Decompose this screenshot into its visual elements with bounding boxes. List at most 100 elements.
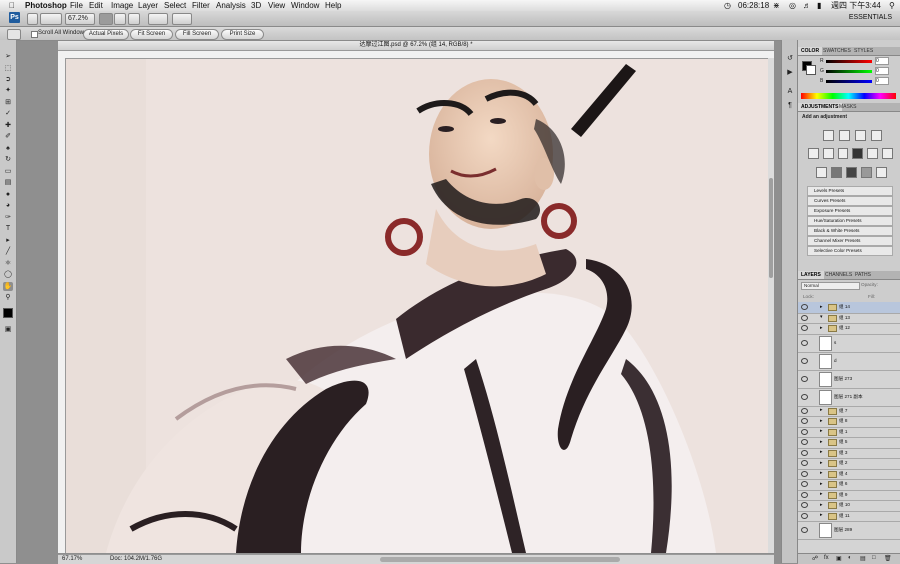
menu-filter[interactable]: Filter bbox=[192, 0, 210, 11]
quick-mask-icon[interactable]: ▣ bbox=[3, 325, 13, 334]
channel-mixer-icon[interactable] bbox=[882, 148, 893, 159]
color-ramp[interactable] bbox=[801, 93, 896, 99]
fill-screen-button[interactable]: Fill Screen bbox=[175, 29, 219, 40]
link-layers-icon[interactable]: ☍ bbox=[812, 555, 818, 562]
red-value-field[interactable]: 0 bbox=[875, 57, 889, 65]
visibility-eye-icon[interactable] bbox=[801, 512, 808, 519]
group-disclosure-icon[interactable]: ▸ bbox=[820, 512, 823, 518]
menu-edit[interactable]: Edit bbox=[89, 0, 103, 11]
group-disclosure-icon[interactable]: ▸ bbox=[820, 407, 823, 413]
group-disclosure-icon[interactable]: ▸ bbox=[820, 428, 823, 434]
visibility-eye-icon[interactable] bbox=[801, 304, 808, 311]
layer-style-icon[interactable]: fx bbox=[824, 555, 829, 561]
move-tool-icon[interactable]: ➢ bbox=[3, 52, 13, 61]
preset-black-white[interactable]: Black & White Presets bbox=[807, 226, 893, 236]
screen-mode-icon[interactable] bbox=[172, 13, 192, 25]
launch-bridge-icon[interactable] bbox=[27, 13, 38, 25]
add-mask-icon[interactable]: ▣ bbox=[836, 555, 842, 562]
group-disclosure-icon[interactable]: ▸ bbox=[820, 491, 823, 497]
tab-masks[interactable]: MASKS bbox=[836, 103, 860, 111]
hand-tool-icon[interactable] bbox=[99, 13, 113, 25]
crop-tool-icon[interactable]: ⊞ bbox=[3, 98, 13, 107]
visibility-eye-icon[interactable] bbox=[801, 339, 808, 346]
zoom-tool-icon[interactable] bbox=[114, 13, 126, 25]
menu-select[interactable]: Select bbox=[164, 0, 186, 11]
delete-layer-icon[interactable]: 🗑 bbox=[884, 555, 892, 562]
magic-wand-tool-icon[interactable]: ✦ bbox=[3, 86, 13, 95]
threshold-icon[interactable] bbox=[846, 167, 857, 178]
visibility-eye-icon[interactable] bbox=[801, 491, 808, 498]
dodge-tool-icon[interactable]: ◕ bbox=[3, 201, 13, 210]
scroll-all-windows-checkbox[interactable] bbox=[31, 31, 38, 38]
zoom-level-field[interactable]: 67.2% bbox=[65, 13, 95, 25]
group-disclosure-icon[interactable]: ▸ bbox=[820, 439, 823, 445]
apple-icon[interactable]:  bbox=[9, 0, 15, 11]
group-disclosure-icon[interactable]: ▸ bbox=[820, 460, 823, 466]
3d-orbit-tool-icon[interactable]: ◯ bbox=[3, 270, 13, 279]
layer-row[interactable]: d bbox=[798, 352, 900, 371]
3d-rotate-tool-icon[interactable]: ⚛ bbox=[3, 259, 13, 268]
new-group-icon[interactable]: ▤ bbox=[860, 555, 866, 562]
shape-tool-icon[interactable]: ╱ bbox=[3, 247, 13, 256]
visibility-eye-icon[interactable] bbox=[801, 439, 808, 446]
eraser-tool-icon[interactable]: ▭ bbox=[3, 167, 13, 176]
character-panel-icon[interactable]: A bbox=[785, 88, 795, 97]
history-brush-tool-icon[interactable]: ↻ bbox=[3, 155, 13, 164]
visibility-eye-icon[interactable] bbox=[801, 407, 808, 414]
visibility-eye-icon[interactable] bbox=[801, 314, 808, 321]
layer-row[interactable]: 图层 271 副本 bbox=[798, 388, 900, 407]
blue-slider[interactable] bbox=[826, 80, 872, 83]
healing-brush-tool-icon[interactable]: ✚ bbox=[3, 121, 13, 130]
menu-analysis[interactable]: Analysis bbox=[216, 0, 246, 11]
preset-channel-mixer[interactable]: Channel Mixer Presets bbox=[807, 236, 893, 246]
visibility-eye-icon[interactable] bbox=[801, 357, 808, 364]
blue-value-field[interactable]: 0 bbox=[875, 77, 889, 85]
paragraph-panel-icon[interactable]: ¶ bbox=[785, 102, 795, 111]
visibility-eye-icon[interactable] bbox=[801, 502, 808, 509]
green-value-field[interactable]: 0 bbox=[875, 67, 889, 75]
visibility-eye-icon[interactable] bbox=[801, 428, 808, 435]
group-disclosure-icon[interactable]: ▸ bbox=[820, 325, 823, 331]
visibility-eye-icon[interactable] bbox=[801, 460, 808, 467]
selective-color-icon[interactable] bbox=[876, 167, 887, 178]
visibility-eye-icon[interactable] bbox=[801, 481, 808, 488]
menu-help[interactable]: Help bbox=[325, 0, 341, 11]
group-disclosure-icon[interactable]: ▸ bbox=[820, 481, 823, 487]
visibility-eye-icon[interactable] bbox=[801, 449, 808, 456]
brightness-contrast-icon[interactable] bbox=[823, 130, 834, 141]
tool-preset-picker-icon[interactable] bbox=[7, 29, 21, 40]
group-disclosure-icon[interactable]: ▸ bbox=[820, 418, 823, 424]
preset-selective-color[interactable]: Selective Color Presets bbox=[807, 246, 893, 256]
clone-stamp-tool-icon[interactable]: ♠ bbox=[3, 144, 13, 153]
curves-icon[interactable] bbox=[855, 130, 866, 141]
fit-screen-button[interactable]: Fit Screen bbox=[130, 29, 173, 40]
path-selection-tool-icon[interactable]: ▸ bbox=[3, 236, 13, 245]
green-slider[interactable] bbox=[826, 70, 872, 73]
marquee-tool-icon[interactable]: ⬚ bbox=[3, 64, 13, 73]
visibility-eye-icon[interactable] bbox=[801, 527, 808, 533]
menu-3d[interactable]: 3D bbox=[251, 0, 261, 11]
history-panel-icon[interactable]: ↺ bbox=[785, 54, 795, 63]
print-size-button[interactable]: Print Size bbox=[221, 29, 264, 40]
vibrance-icon[interactable] bbox=[808, 148, 819, 159]
menu-layer[interactable]: Layer bbox=[138, 0, 158, 11]
preset-hue-saturation[interactable]: Hue/Saturation Presets bbox=[807, 216, 893, 226]
new-layer-icon[interactable]: □ bbox=[872, 555, 876, 561]
tab-swatches[interactable]: SWATCHES bbox=[820, 47, 854, 55]
red-slider[interactable] bbox=[826, 60, 872, 63]
group-disclosure-icon[interactable]: ▸ bbox=[820, 449, 823, 455]
spotlight-icon[interactable]: ⚲ bbox=[889, 0, 895, 11]
tab-channels[interactable]: CHANNELS bbox=[822, 271, 855, 279]
menu-window[interactable]: Window bbox=[291, 0, 319, 11]
hue-saturation-icon[interactable] bbox=[822, 148, 834, 159]
posterize-icon[interactable] bbox=[831, 167, 842, 178]
hand-tool-icon[interactable]: ✋ bbox=[3, 282, 13, 291]
bluetooth-icon[interactable]: ⋇ bbox=[773, 0, 780, 11]
gradient-tool-icon[interactable]: ▤ bbox=[3, 178, 13, 187]
visibility-eye-icon[interactable] bbox=[801, 375, 808, 382]
menu-image[interactable]: Image bbox=[111, 0, 133, 11]
group-disclosure-icon[interactable]: ▸ bbox=[820, 470, 823, 476]
horizontal-scroll-thumb[interactable] bbox=[380, 557, 620, 562]
lasso-tool-icon[interactable]: ➲ bbox=[3, 75, 13, 84]
volume-icon[interactable]: ♬ bbox=[803, 0, 811, 11]
